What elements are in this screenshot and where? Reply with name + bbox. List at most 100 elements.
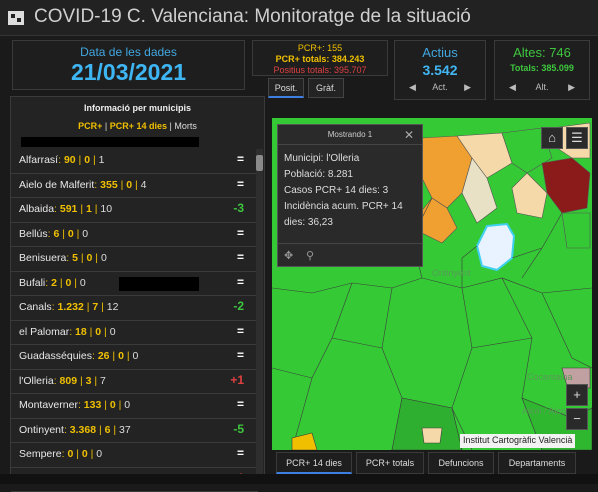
separator: | [88,448,97,460]
tab-posit[interactable]: Posit. [268,78,304,98]
pcr-value: 26 [98,350,110,362]
municipality-name: Albaida [19,203,54,215]
tab-pcr-14-dies[interactable]: PCR+ 14 dies [110,121,167,131]
popup-line: Casos PCR+ 14 dies: 3 [284,183,420,199]
zoom-out-button[interactable]: − [566,408,588,430]
morts-value: 12 [107,301,119,313]
pcr-value: 90 [64,154,76,166]
tab-pcr-totals[interactable]: PCR+ totals [356,452,424,474]
separator: | [98,301,107,313]
morts-value: 0 [80,277,86,289]
tab-pcr-14-dies-map[interactable]: PCR+ 14 dies [276,452,352,474]
list-item[interactable]: Guadasséquies: 26 | 0 | 0= [11,345,258,370]
municipality-name: l'Olleria [19,375,54,387]
trend-indicator: = [237,324,244,338]
map-attribution: Institut Cartogràfic Valencià [460,434,575,448]
tab-defuncions[interactable]: Defuncions [428,452,494,474]
list-item[interactable]: Aielo de Malferit: 355 | 0 | 4 = [11,174,258,199]
close-icon[interactable]: ✕ [404,128,414,142]
tab-pcr[interactable]: PCR+ [78,121,102,131]
list-item[interactable]: Canals: 1.232 | 7 | 12-2 [11,296,258,321]
tab-departaments[interactable]: Departaments [498,452,576,474]
next-arrow-icon[interactable]: ▶ [568,82,575,93]
morts-value: 0 [124,399,130,411]
municipalities-list: Alfarrasí: 90 | 0 | 1=Aielo de Malferit:… [11,149,258,492]
app-logo-icon [8,11,24,25]
pan-icon[interactable]: ✥ [284,249,293,262]
map-label-cocentaina: Cocentaina [527,372,573,382]
list-item[interactable]: Alfarrasí: 90 | 0 | 1= [11,149,258,174]
pcr-value: 18 [75,326,87,338]
pcr-value: 591 [60,203,78,215]
actius-panel: Actius 3.542 ◀ Act. ▶ [394,40,486,100]
separator: | [78,252,87,264]
pcr-value: 133 [84,399,102,411]
list-item[interactable]: Albaida: 591 | 1 | 10-3 [11,198,258,223]
separator: | [116,399,125,411]
municipality-name: Bellús [19,228,48,240]
next-arrow-icon[interactable]: ▶ [464,82,471,93]
morts-value: 0 [132,350,138,362]
row-text: Ontinyent: 3.368 | 6 | 37 [19,424,131,436]
pcr-panel: PCR+: 155 PCR+ totals: 384.243 Positius … [252,40,388,76]
altes-nav: ◀ Alt. ▶ [495,81,589,97]
morts-value: 1 [99,154,105,166]
trend-indicator: -2 [233,299,244,313]
date-value: 21/03/2021 [13,59,244,86]
row-text: Bellús: 6 | 0 | 0 [19,228,88,240]
popup-line: Municipi: l'Olleria [284,151,420,167]
trend-indicator: = [237,177,244,191]
list-item[interactable]: Sempere: 0 | 0 | 0= [11,443,258,468]
separator: | [59,228,68,240]
separator: | [77,203,86,215]
separator: | [87,326,96,338]
separator: | [96,424,105,436]
separator: | [110,424,119,436]
row-text: el Palomar: 18 | 0 | 0 [19,326,116,338]
municipality-name: Benisuera [19,252,66,264]
morts-value: 7 [100,375,106,387]
redacted-bar [21,137,199,147]
list-item[interactable]: l'Olleria: 809 | 3 | 7 +1 [11,370,258,395]
zoom-in-button[interactable]: + [566,384,588,406]
separator: | [101,399,110,411]
zoom-to-icon[interactable]: ⚲ [306,249,314,262]
row-text: Aielo de Malferit: 355 | 0 | 4 [19,179,146,191]
row-text: Bufali: 2 | 0 | 0 [19,277,86,289]
separator: | [71,277,80,289]
list-item[interactable]: Bellús: 6 | 0 | 0= [11,223,258,248]
popup-footer: ✥ ⚲ [278,243,422,267]
morts-value: 0 [96,448,102,460]
list-item[interactable]: Montaverner: 133 | 0 | 0= [11,394,258,419]
actius-value: 3.542 [395,62,485,78]
municipality-name: el Palomar [19,326,69,338]
top-bar: COVID-19 C. Valenciana: Monitoratge de l… [0,0,598,36]
municipality-name: Montaverner [19,399,78,411]
list-icon[interactable]: ☰ [566,127,588,149]
municipalities-panel: Informació per municipis PCR+ | PCR+ 14 … [10,96,265,484]
altes-total: Totals: 385.099 [495,63,589,73]
row-text: l'Olleria: 809 | 3 | 7 [19,375,106,387]
map-label-ontinyent: Ontinyent [432,268,471,278]
trend-indicator: = [237,250,244,264]
list-item[interactable]: Ontinyent: 3.368 | 6 | 37-5 [11,419,258,444]
pcr-daily: PCR+: 155 [253,43,387,53]
actius-label: Actius [395,45,485,60]
altes-panel: Altes: 746 Totals: 385.099 ◀ Alt. ▶ [494,40,590,100]
municipality-name: Bufali [19,277,45,289]
tab-morts[interactable]: Morts [174,121,197,131]
trend-indicator: -3 [233,201,244,215]
separator: | [90,154,99,166]
pcr-value: 809 [60,375,78,387]
scrollbar-thumb[interactable] [256,155,263,171]
pcr-value: 355 [100,179,118,191]
home-icon[interactable]: ⌂ [541,127,563,149]
list-item[interactable]: Bufali: 2 | 0 | 0= [11,272,258,297]
trend-indicator: +1 [230,373,244,387]
scrollbar[interactable] [256,149,263,479]
redacted-bar [119,277,199,291]
tab-graf[interactable]: Gràf. [308,78,344,98]
list-item[interactable]: el Palomar: 18 | 0 | 0 = [11,321,258,346]
app-title: COVID-19 C. Valenciana: Monitoratge de l… [34,6,471,28]
list-item[interactable]: Benisuera: 5 | 0 | 0= [11,247,258,272]
